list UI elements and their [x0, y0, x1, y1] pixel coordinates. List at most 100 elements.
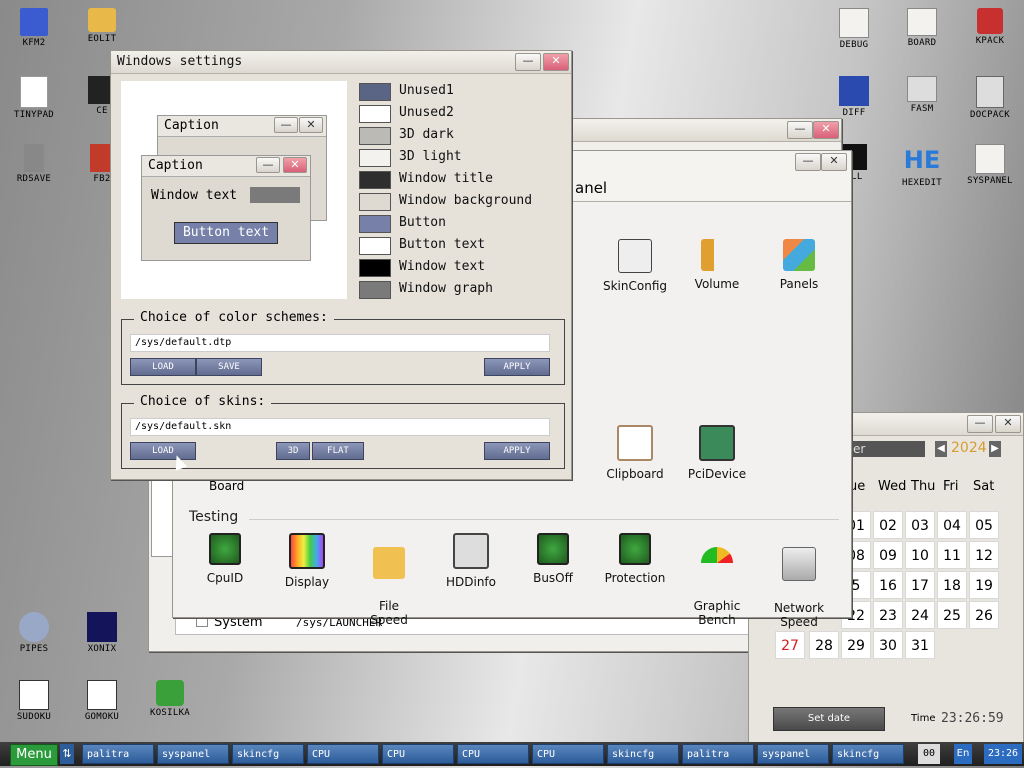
panel-item-skinconfig[interactable]: SkinConfig [595, 239, 675, 293]
close-button[interactable]: ✕ [995, 415, 1021, 433]
desktop-icon-docpack[interactable]: DOCPACK [958, 68, 1022, 132]
color-item-3d-dark[interactable]: 3D dark [359, 127, 569, 147]
panel-item-hddinfo[interactable]: HDDinfo [431, 533, 511, 589]
task-switch-icon[interactable]: ⇅ [60, 744, 74, 764]
skin-flat-button[interactable]: FLAT [312, 442, 364, 460]
color-swatch[interactable] [359, 193, 391, 211]
desktop-icon-syspanel[interactable]: SYSPANEL [958, 136, 1022, 200]
task-button[interactable]: CPU [457, 744, 529, 764]
scheme-load-button[interactable]: LOAD [130, 358, 196, 376]
day-cell[interactable]: 18 [937, 571, 967, 599]
desktop-icon-board[interactable]: BOARD [890, 0, 954, 64]
color-item-3d-light[interactable]: 3D light [359, 149, 569, 169]
scheme-apply-button[interactable]: APPLY [484, 358, 550, 376]
color-swatch[interactable] [359, 237, 391, 255]
day-cell[interactable]: 11 [937, 541, 967, 569]
month-selector[interactable]: er [849, 441, 925, 457]
day-cell[interactable]: 28 [809, 631, 839, 659]
task-button[interactable]: CPU [382, 744, 454, 764]
desktop-icon-hexedit[interactable]: HE HEXEDIT [890, 136, 954, 200]
color-item-unused1[interactable]: Unused1 [359, 83, 569, 103]
minimize-button[interactable]: — [515, 53, 541, 71]
color-swatch[interactable] [359, 281, 391, 299]
panel-item-file-speed[interactable]: File Speed [349, 533, 429, 627]
desktop-icon-fasm[interactable]: FASM [890, 68, 954, 132]
panel-item-volume[interactable]: Volume [677, 239, 757, 291]
color-swatch[interactable] [359, 215, 391, 233]
panel-item-clipboard[interactable]: Clipboard [595, 425, 675, 481]
color-item-button-text[interactable]: Button text [359, 237, 569, 257]
panel-item-graphic-bench[interactable]: Graphic Bench [677, 533, 757, 627]
desktop-icon-gomoku[interactable]: GOMOKU [70, 672, 134, 736]
color-swatch[interactable] [359, 171, 391, 189]
day-cell[interactable]: 26 [969, 601, 999, 629]
desktop-icon-kosilka[interactable]: KOSILKA [138, 672, 202, 736]
day-cell[interactable]: 24 [905, 601, 935, 629]
color-swatch[interactable] [359, 127, 391, 145]
panel-item-panels[interactable]: Panels [759, 239, 839, 291]
task-button[interactable]: palitra [82, 744, 154, 764]
day-cell[interactable]: 23 [873, 601, 903, 629]
menu-button[interactable]: Menu [10, 744, 58, 766]
day-cell[interactable]: 05 [969, 511, 999, 539]
settings-titlebar[interactable]: Windows settings — ✕ [111, 51, 571, 74]
color-item-window-text[interactable]: Window text [359, 259, 569, 279]
color-swatch[interactable] [359, 259, 391, 277]
panel-item-pcidevice[interactable]: PciDevice [677, 425, 757, 481]
task-button[interactable]: skincfg [832, 744, 904, 764]
desktop-icon-rdsave[interactable]: RDSAVE [2, 136, 66, 200]
day-cell[interactable]: 02 [873, 511, 903, 539]
color-item-window-background[interactable]: Window background [359, 193, 569, 213]
day-cell[interactable]: 10 [905, 541, 935, 569]
day-cell-today[interactable]: 27 [775, 631, 805, 659]
desktop-icon-xonix[interactable]: XONIX [70, 604, 134, 668]
set-date-button[interactable]: Set date [773, 707, 885, 731]
day-cell[interactable]: 12 [969, 541, 999, 569]
color-item-window-graph[interactable]: Window graph [359, 281, 569, 301]
color-swatch[interactable] [359, 105, 391, 123]
desktop-icon-sudoku[interactable]: SUDOKU [2, 672, 66, 736]
scheme-save-button[interactable]: SAVE [196, 358, 262, 376]
day-cell[interactable]: 19 [969, 571, 999, 599]
year-prev-button[interactable]: ◀ [935, 441, 947, 457]
desktop-icon-pipes[interactable]: PIPES [2, 604, 66, 668]
close-button[interactable]: ✕ [813, 121, 839, 139]
panel-item-cpuid[interactable]: CpuID [185, 533, 265, 585]
minimize-button[interactable]: — [795, 153, 821, 171]
task-button[interactable]: skincfg [607, 744, 679, 764]
task-button[interactable]: skincfg [232, 744, 304, 764]
day-cell[interactable]: 30 [873, 631, 903, 659]
day-cell[interactable]: 25 [937, 601, 967, 629]
skin-apply-button[interactable]: APPLY [484, 442, 550, 460]
scheme-path-input[interactable]: /sys/default.dtp [130, 334, 550, 352]
day-cell[interactable]: 04 [937, 511, 967, 539]
language-indicator[interactable]: En [954, 744, 972, 764]
skin-3d-button[interactable]: 3D [276, 442, 310, 460]
day-cell[interactable]: 16 [873, 571, 903, 599]
task-button[interactable]: CPU [307, 744, 379, 764]
color-swatch[interactable] [359, 149, 391, 167]
desktop-icon-debug[interactable]: DEBUG [822, 0, 886, 64]
skin-load-button[interactable]: LOAD [130, 442, 196, 460]
task-button[interactable]: syspanel [157, 744, 229, 764]
color-item-button[interactable]: Button [359, 215, 569, 235]
day-cell[interactable]: 03 [905, 511, 935, 539]
day-cell[interactable]: 09 [873, 541, 903, 569]
panel-item-network-speed[interactable]: Network Speed [759, 533, 839, 629]
close-button[interactable]: ✕ [543, 53, 569, 71]
desktop-icon-kpack[interactable]: KPACK [958, 0, 1022, 64]
task-button[interactable]: CPU [532, 744, 604, 764]
minimize-button[interactable]: — [967, 415, 993, 433]
close-button[interactable]: ✕ [821, 153, 847, 171]
panel-item-protection[interactable]: Protection [595, 533, 675, 585]
panel-item-display[interactable]: Display [267, 533, 347, 589]
task-button[interactable]: syspanel [757, 744, 829, 764]
skin-path-input[interactable]: /sys/default.skn [130, 418, 550, 436]
day-cell[interactable]: 29 [841, 631, 871, 659]
minimize-button[interactable]: — [787, 121, 813, 139]
color-swatch[interactable] [359, 83, 391, 101]
desktop-icon-kfm2[interactable]: KFM2 [2, 0, 66, 64]
task-button[interactable]: palitra [682, 744, 754, 764]
desktop-icon-tinypad[interactable]: TINYPAD [2, 68, 66, 132]
color-item-window-title[interactable]: Window title [359, 171, 569, 191]
